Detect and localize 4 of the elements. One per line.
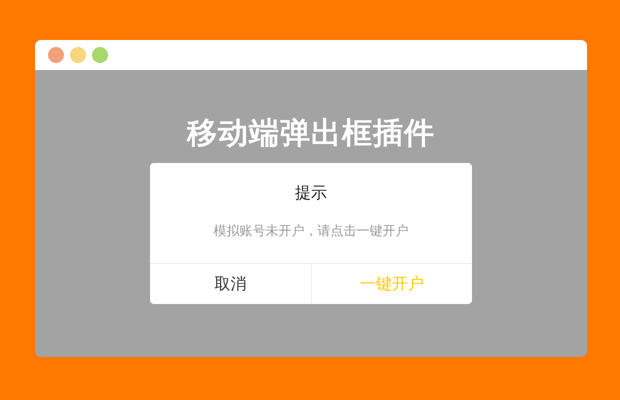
cancel-button[interactable]: 取消 xyxy=(150,264,310,304)
dialog-message: 模拟账号未开户，请点击一键开户 xyxy=(212,223,410,241)
page-heading: 移动端弹出框插件 xyxy=(187,116,435,152)
dialog-title: 提示 xyxy=(294,183,328,203)
